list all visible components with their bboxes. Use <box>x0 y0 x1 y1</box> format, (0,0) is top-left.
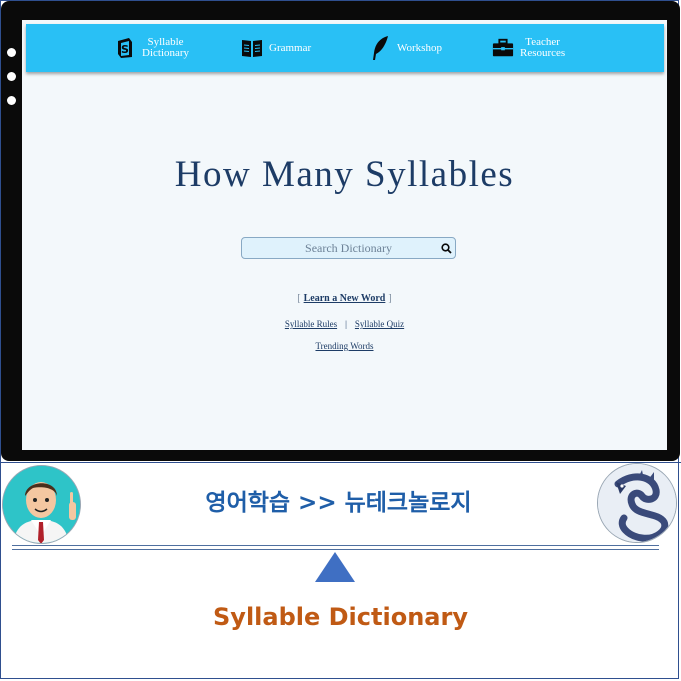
book-icon <box>241 37 263 59</box>
nav-item-grammar[interactable]: Grammar <box>241 24 311 72</box>
quill-icon <box>369 36 391 60</box>
tablet-device: S Syllable Dictionary Grammar Workshop T… <box>1 1 680 461</box>
trending-row: Trending Words <box>22 341 667 351</box>
banner-subtitle: Syllable Dictionary <box>213 603 468 631</box>
divider-line <box>12 545 659 546</box>
page-title: How Many Syllables <box>174 154 515 195</box>
trending-words-link[interactable]: Trending Words <box>315 341 373 351</box>
syllable-rules-link[interactable]: Syllable Rules <box>285 319 337 329</box>
nav-label: Grammar <box>269 41 312 54</box>
search-box <box>241 237 456 259</box>
learn-row: [Learn a New Word] <box>297 293 392 304</box>
search-input[interactable] <box>242 238 437 258</box>
dragon-avatar <box>597 463 677 543</box>
banner-heading: 영어학습 >> 뉴테크놀로지 <box>205 490 472 516</box>
search-icon[interactable] <box>437 239 455 257</box>
briefcase-icon <box>492 37 514 59</box>
teacher-avatar <box>2 465 81 544</box>
nav-label: Workshop <box>397 41 442 54</box>
learn-new-word-link[interactable]: Learn a New Word <box>304 293 386 304</box>
syllable-quiz-link[interactable]: Syllable Quiz <box>355 319 404 329</box>
tablet-dot <box>7 96 16 105</box>
nav-item-teacher-resources[interactable]: Teacher Resources <box>492 24 565 72</box>
svg-text:S: S <box>121 43 129 56</box>
nav-item-workshop[interactable]: Workshop <box>369 24 442 72</box>
tablet-screen: S Syllable Dictionary Grammar Workshop T… <box>22 20 667 450</box>
quiz-row: Syllable Rules | Syllable Quiz <box>284 319 405 329</box>
nav-label-line2: Dictionary <box>142 47 190 59</box>
banner-top-line <box>0 462 681 463</box>
tablet-dot <box>7 48 16 57</box>
up-arrow-triangle-icon <box>315 552 355 582</box>
tablet-dot <box>7 72 16 81</box>
divider-line <box>12 549 659 550</box>
s-logo-icon: S <box>114 37 136 59</box>
nav-item-syllable-dictionary[interactable]: S Syllable Dictionary <box>114 24 189 72</box>
nav-label-line2: Resources <box>520 47 566 59</box>
navbar: S Syllable Dictionary Grammar Workshop T… <box>26 24 664 72</box>
